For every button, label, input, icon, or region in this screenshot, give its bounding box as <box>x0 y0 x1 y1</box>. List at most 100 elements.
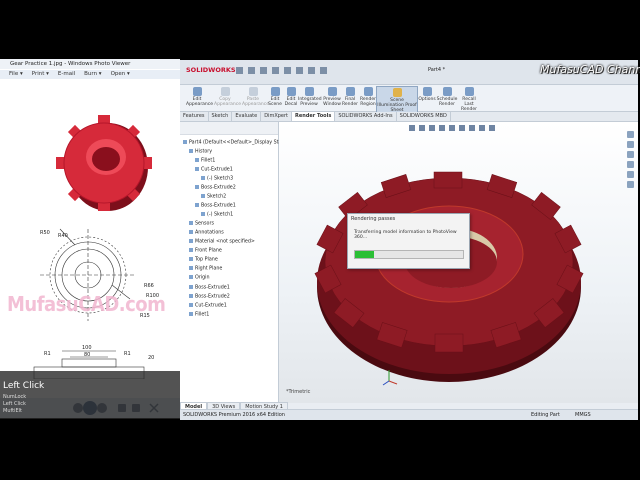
dim-80: 80 <box>84 352 90 358</box>
select-icon[interactable] <box>296 67 303 74</box>
keystroke-history: NumLock Left Click MuftiElt <box>3 394 26 415</box>
view-palette-icon[interactable] <box>626 161 634 168</box>
tree-item[interactable]: Boss-Extrude1 <box>195 203 236 209</box>
status-units[interactable]: MMGS <box>575 412 591 418</box>
gear-render-icon <box>56 115 152 211</box>
copy-icon <box>220 87 230 96</box>
tree-item-top-plane[interactable]: Top Plane <box>189 257 218 263</box>
photo-viewer-title: Gear Practice 1.jpg - Windows Photo View… <box>10 61 131 67</box>
tree-item-front-plane[interactable]: Front Plane <box>189 248 222 254</box>
tree-item[interactable]: Boss-Extrude2 <box>195 185 236 191</box>
status-edition: SOLIDWORKS Premium 2016 x64 Edition <box>183 412 285 418</box>
proof-sheet-icon <box>392 88 402 97</box>
file-explorer-icon[interactable] <box>626 151 634 158</box>
tree-item[interactable]: (-) Sketch3 <box>201 176 233 182</box>
preview-icon <box>304 87 314 96</box>
photo-viewer-window: Gear Practice 1.jpg - Windows Photo View… <box>0 59 180 418</box>
schedule-render-button[interactable]: Schedule Render <box>436 86 458 107</box>
appearance-icon <box>192 87 202 96</box>
dim-20: 20 <box>148 355 154 361</box>
recall-icon <box>464 87 474 96</box>
open-icon[interactable] <box>248 67 255 74</box>
print-icon[interactable] <box>272 67 279 74</box>
menu-file[interactable]: File ▾ <box>9 70 23 79</box>
tree-item[interactable]: Cut-Extrude1 <box>195 167 233 173</box>
dim-100: 100 <box>82 345 92 351</box>
dim-r40: R40 <box>58 233 68 239</box>
tab-dimxpert[interactable]: DimXpert <box>261 112 293 121</box>
tree-item-origin[interactable]: Origin <box>189 275 210 281</box>
keystroke-overlay <box>0 371 180 419</box>
menu-email[interactable]: E-mail <box>58 70 75 79</box>
custom-properties-icon[interactable] <box>626 181 634 188</box>
scene-illumination-proof-sheet-button[interactable]: Scene Illumination Proof Sheet <box>376 86 418 114</box>
dialog-message: Transferring model information to PhotoV… <box>354 230 457 240</box>
tab-render-tools[interactable]: Render Tools <box>292 112 336 121</box>
tree-item[interactable]: Fillet1 <box>189 312 209 318</box>
tree-item-right-plane[interactable]: Right Plane <box>189 266 222 272</box>
decal-icon <box>286 87 296 96</box>
tab-features[interactable]: Features <box>180 112 209 121</box>
website-watermark: MufasuCAD.com <box>7 292 166 316</box>
rebuild-icon[interactable] <box>308 67 315 74</box>
new-icon[interactable] <box>236 67 243 74</box>
render-icon <box>345 87 355 96</box>
tree-item-sensors[interactable]: Sensors <box>189 221 214 227</box>
dim-r50: R50 <box>40 230 50 236</box>
menu-burn[interactable]: Burn ▾ <box>84 70 101 79</box>
tree-item[interactable]: Fillet1 <box>195 158 215 164</box>
tab-mbd[interactable]: SOLIDWORKS MBD <box>397 112 451 121</box>
keystroke-line: MuftiElt <box>3 408 23 414</box>
document-name: Part4 * <box>428 67 446 73</box>
menu-open[interactable]: Open ▾ <box>111 70 130 79</box>
tree-item-history[interactable]: History <box>189 149 212 155</box>
undo-icon[interactable] <box>284 67 291 74</box>
progress-bar <box>354 250 464 259</box>
status-bar: SOLIDWORKS Premium 2016 x64 Edition Edit… <box>180 409 638 420</box>
dim-r1-left: R1 <box>44 351 51 357</box>
view-orientation-label: *Trimetric <box>286 389 311 395</box>
save-icon[interactable] <box>260 67 267 74</box>
feature-manager-tree: Part4 (Default<<Default>_Display Sta His… <box>180 122 282 403</box>
solidworks-logo: SOLIDWORKS <box>186 66 236 74</box>
dim-r1-right: R1 <box>124 351 131 357</box>
tree-tab-bar <box>180 122 278 135</box>
progress-fill <box>355 251 375 258</box>
recall-last-render-button[interactable]: Recall Last Render <box>458 86 480 112</box>
tree-item[interactable]: Cut-Extrude1 <box>189 303 227 309</box>
tree-item[interactable]: Boss-Extrude2 <box>189 294 230 300</box>
design-library-icon[interactable] <box>626 141 634 148</box>
tab-evaluate[interactable]: Evaluate <box>232 112 262 121</box>
command-manager: Edit Appearance Copy Appearance Paste Ap… <box>180 85 638 114</box>
status-mode: Editing Part <box>531 412 560 418</box>
tree-item[interactable]: Boss-Extrude1 <box>189 285 230 291</box>
command-tabs: Features Sketch Evaluate DimXpert Render… <box>180 112 638 122</box>
menu-print[interactable]: Print ▾ <box>32 70 49 79</box>
options-icon[interactable] <box>320 67 327 74</box>
tree-item-material[interactable]: Material <not specified> <box>189 239 255 245</box>
tab-addins[interactable]: SOLIDWORKS Add-Ins <box>335 112 397 121</box>
tree-item-part[interactable]: Part4 (Default<<Default>_Display Sta <box>183 140 282 146</box>
resources-icon[interactable] <box>626 131 634 138</box>
channel-watermark: MufasuCAD Channel <box>540 63 640 76</box>
schedule-icon <box>442 87 452 96</box>
task-pane-strip <box>625 128 635 228</box>
click-indicator: Left Click <box>3 381 45 391</box>
tree-item[interactable]: Sketch2 <box>201 194 226 200</box>
integrated-preview-button[interactable]: Integrated Preview <box>298 86 322 107</box>
tree-item[interactable]: (-) Sketch1 <box>201 212 233 218</box>
tab-sketch[interactable]: Sketch <box>209 112 233 121</box>
keystroke-line: Left Click <box>3 401 26 407</box>
photo-viewer-titlebar: Gear Practice 1.jpg - Windows Photo View… <box>0 59 180 69</box>
options-button[interactable]: Options <box>416 86 438 102</box>
tree-item-annotations[interactable]: Annotations <box>189 230 224 236</box>
paste-appearance-button[interactable]: Paste Appearance <box>242 86 269 107</box>
edit-appearance-button[interactable]: Edit Appearance <box>186 86 213 107</box>
dialog-title: Rendering passes <box>351 216 396 222</box>
appearances-icon[interactable] <box>626 171 634 178</box>
gear-drawing-image: R50 R40 R66 R100 R15 100 80 R1 R1 20 250 <box>0 79 180 379</box>
quick-access-toolbar <box>236 67 327 74</box>
solidworks-window: SOLIDWORKS Part4 * Edit Appearance Copy … <box>180 60 638 420</box>
keystroke-line: NumLock <box>3 394 27 400</box>
copy-appearance-button[interactable]: Copy Appearance <box>214 86 241 107</box>
